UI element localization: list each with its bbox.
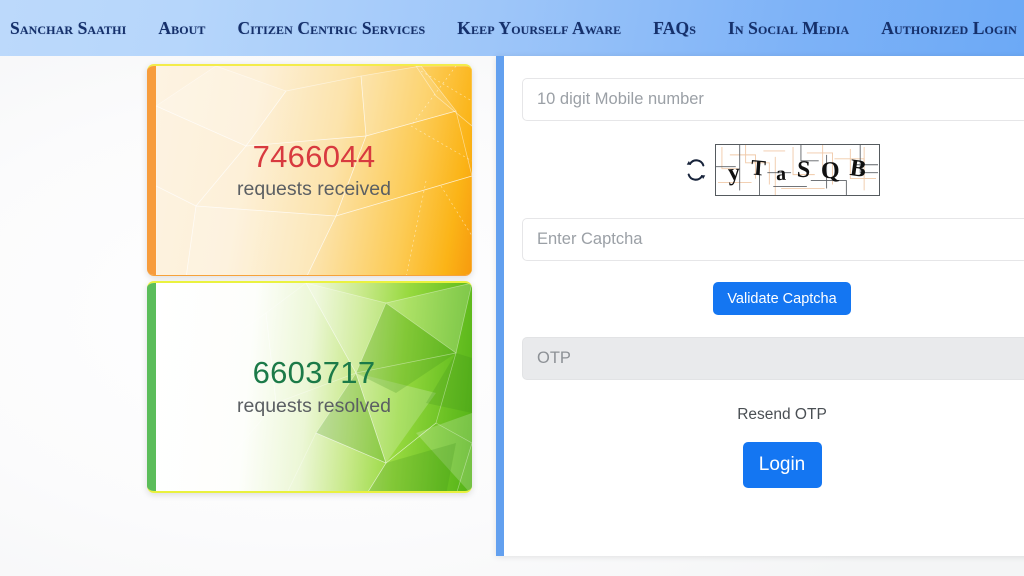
mobile-number-input[interactable]	[522, 78, 1024, 121]
captcha-input-wrapper	[522, 218, 1024, 261]
stat-card-accent-bar	[147, 66, 156, 275]
login-button-row: Login	[522, 442, 1024, 488]
page-root: Sanchar Saathi About Citizen Centric Ser…	[0, 0, 1024, 576]
nav-brand-sanchar-saathi[interactable]: Sanchar Saathi	[10, 18, 126, 39]
captcha-char: a	[775, 162, 787, 186]
main-navigation-bar: Sanchar Saathi About Citizen Centric Ser…	[0, 0, 1024, 56]
otp-input-wrapper	[522, 337, 1024, 380]
refresh-icon[interactable]	[685, 159, 707, 181]
validate-button-row: Validate Captcha	[522, 282, 1024, 315]
stat-card-body: 6603717 requests resolved	[156, 283, 472, 491]
nav-item-citizen-centric-services[interactable]: Citizen Centric Services	[238, 18, 426, 39]
login-panel: y T a S Q B Validate Captcha	[496, 56, 1024, 556]
stat-label-requests-resolved: requests resolved	[237, 394, 391, 417]
validate-captcha-button[interactable]: Validate Captcha	[713, 282, 851, 315]
stat-number-requests-resolved: 6603717	[252, 355, 376, 391]
captcha-char: y	[726, 159, 741, 187]
nav-item-keep-yourself-aware[interactable]: Keep Yourself Aware	[457, 18, 621, 39]
nav-item-authorized-login[interactable]: Authorized Login	[881, 18, 1017, 39]
stat-card-text-group: 7466044 requests received	[237, 139, 391, 203]
resend-otp-link[interactable]: Resend OTP	[737, 406, 827, 424]
stat-card-requests-resolved: 6603717 requests resolved	[147, 281, 472, 493]
login-button[interactable]: Login	[742, 442, 822, 488]
resend-otp-row: Resend OTP	[522, 406, 1024, 424]
nav-item-in-social-media[interactable]: In Social Media	[728, 18, 849, 39]
captcha-image: y T a S Q B	[714, 144, 880, 196]
stat-card-requests-received: 7466044 requests received	[147, 64, 472, 276]
captcha-char: S	[795, 156, 811, 184]
otp-input[interactable]	[522, 337, 1024, 380]
captcha-char: T	[749, 154, 767, 181]
captcha-characters: y T a S Q B	[716, 145, 879, 195]
captcha-char: Q	[820, 157, 841, 185]
captcha-row: y T a S Q B	[522, 144, 1024, 196]
stat-card-text-group: 6603717 requests resolved	[237, 355, 391, 419]
stat-card-accent-bar	[147, 283, 156, 491]
stat-number-requests-received: 7466044	[252, 138, 376, 174]
nav-item-faqs[interactable]: FAQs	[653, 18, 696, 39]
stat-card-body: 7466044 requests received	[156, 66, 472, 275]
captcha-char: B	[848, 155, 868, 183]
nav-item-about[interactable]: About	[158, 18, 205, 39]
login-form: y T a S Q B Validate Captcha	[504, 56, 1024, 556]
captcha-input[interactable]	[522, 218, 1024, 261]
stat-label-requests-received: requests received	[237, 178, 391, 201]
